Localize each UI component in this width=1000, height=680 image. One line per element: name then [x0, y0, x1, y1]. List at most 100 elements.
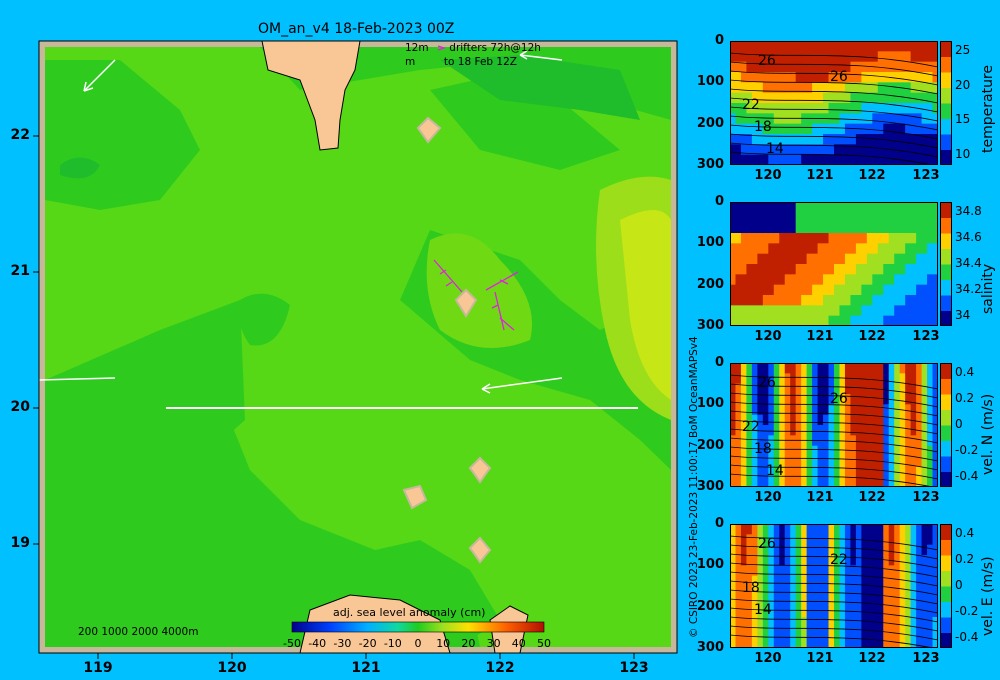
section-cell: [779, 202, 786, 213]
section-cell: [850, 456, 857, 467]
section-cell: [823, 222, 830, 234]
section-cell: [899, 586, 906, 597]
section-cell: [839, 123, 846, 135]
section-cell: [740, 617, 748, 628]
section-cell: [866, 617, 873, 628]
section-cell: [806, 103, 813, 114]
section-cell: [899, 264, 906, 275]
section-cell: [735, 425, 742, 436]
section-cell: [817, 544, 824, 556]
section-cell: [910, 144, 917, 156]
section-cell: [801, 243, 808, 255]
section-cell: [894, 555, 901, 566]
section-cell: [773, 212, 780, 224]
section-cell: [823, 243, 830, 255]
section-cell: [779, 253, 786, 265]
section-cell: [746, 113, 753, 125]
section-cell: [784, 243, 791, 255]
section-cell: [779, 92, 786, 104]
section-cell: [823, 202, 830, 213]
section-cell: [784, 305, 791, 317]
depth-tick-label: 100: [696, 557, 724, 573]
section-cell: [784, 435, 791, 447]
section-cell: [795, 627, 802, 639]
section-cell: [790, 264, 797, 275]
section-cell: [784, 92, 791, 104]
section-cell: [844, 305, 852, 317]
section-cell: [905, 596, 912, 608]
section-cell: [877, 154, 884, 165]
section-cell: [883, 233, 890, 244]
section-cell: [817, 414, 824, 426]
colorbar-step: [940, 72, 952, 88]
section-cell: [905, 144, 912, 156]
section-cell: [779, 51, 786, 63]
section-cell: [877, 72, 884, 83]
section-cell: [823, 373, 830, 385]
section-cell: [910, 476, 917, 487]
section-cell: [877, 243, 884, 255]
section-cell: [888, 414, 895, 426]
section-cell: [850, 222, 857, 234]
section-cell: [735, 363, 742, 374]
section-cell: [735, 627, 742, 639]
contour-label: 18: [754, 119, 772, 135]
section-cell: [910, 637, 917, 648]
section-cell: [801, 61, 808, 73]
section-cell: [844, 243, 852, 255]
section-cell: [784, 103, 791, 114]
section-cell: [844, 425, 852, 436]
section-cell: [751, 295, 758, 306]
section-cell: [899, 202, 906, 213]
colorbar-step: [940, 425, 952, 441]
section-cell: [751, 154, 758, 165]
section-cell: [801, 637, 808, 648]
section-cell: [823, 315, 830, 326]
section-cell: [806, 295, 813, 306]
section-colorbar-tick: -0.4: [955, 469, 979, 483]
section-cell: [790, 524, 797, 535]
section-cell: [894, 212, 901, 224]
section-cell: [823, 363, 830, 374]
section-cell: [850, 233, 857, 244]
section-cell: [828, 264, 835, 275]
section-cell: [823, 425, 830, 436]
colorbar-step: [940, 394, 952, 410]
colorbar-step: [940, 440, 952, 457]
section-cell: [834, 243, 841, 255]
section-cell: [823, 51, 830, 63]
section-cell: [768, 586, 775, 597]
section-cell: [921, 222, 928, 234]
section-cell: [850, 202, 857, 213]
section-cell: [861, 456, 868, 467]
section-cell: [888, 202, 895, 213]
section-cell: [817, 144, 824, 156]
section-cell: [877, 253, 884, 265]
section-cell: [839, 243, 846, 255]
section-cell: [806, 264, 813, 275]
section-cell: [762, 315, 769, 326]
section-cell: [877, 82, 884, 94]
section-cell: [839, 606, 846, 618]
section-cell: [768, 264, 775, 275]
section-cell: [823, 123, 830, 135]
section-cell: [866, 383, 873, 395]
section-cell: [751, 212, 758, 224]
section-cell: [806, 617, 813, 628]
section-lon-tick-label: 123: [912, 329, 940, 344]
section-cell: [872, 274, 879, 286]
section-cell: [905, 627, 912, 639]
section-cell: [866, 113, 873, 125]
section-cell: [779, 103, 786, 114]
section-cell: [817, 274, 824, 286]
section-cell: [877, 233, 884, 244]
colorbar-step: [940, 456, 952, 472]
section-cell: [823, 586, 830, 597]
section-cell: [790, 305, 797, 317]
section-cell: [905, 476, 912, 487]
section-cell: [839, 524, 846, 535]
section-cell: [910, 113, 917, 125]
section-cell: [823, 274, 830, 286]
section-cell: [910, 154, 917, 165]
map-lon-ticks: 119 120 121 122 123: [0, 660, 690, 680]
